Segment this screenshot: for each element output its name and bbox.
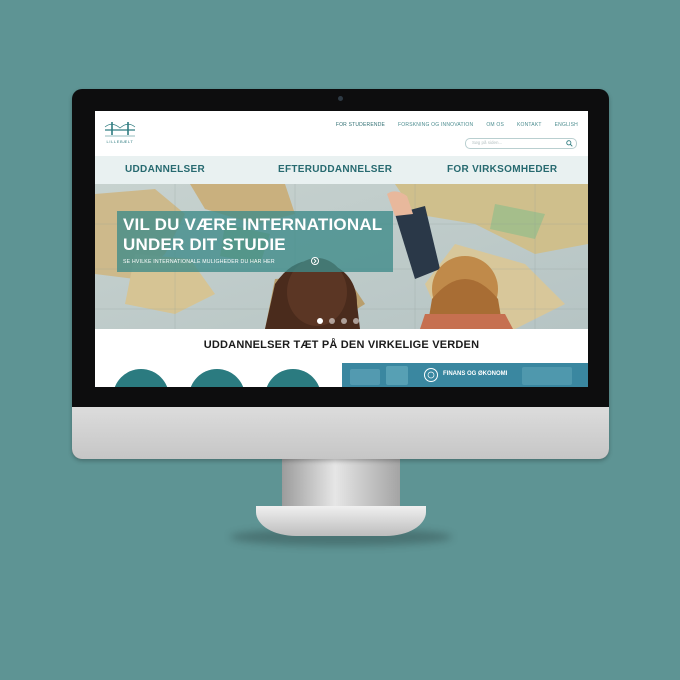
main-nav-efteruddannelser[interactable]: EFTERUDDANNELSER: [278, 164, 392, 175]
monitor: LILLEBÆLT FOR STUDERENDE FORSKNING OG IN…: [72, 89, 609, 459]
carousel-dot[interactable]: [329, 318, 335, 324]
main-nav-uddannelser[interactable]: UDDANNELSER: [125, 164, 205, 175]
camera-dot: [338, 96, 343, 101]
main-nav: UDDANNELSER EFTERUDDANNELSER FOR VIRKSOM…: [95, 156, 588, 184]
top-nav-om-os[interactable]: OM OS: [486, 122, 504, 128]
search-icon[interactable]: [566, 140, 573, 147]
carousel-dot[interactable]: [317, 318, 323, 324]
website-screen: LILLEBÆLT FOR STUDERENDE FORSKNING OG IN…: [95, 111, 588, 387]
top-nav-forskning[interactable]: FORSKNING OG INNOVATION: [398, 122, 473, 128]
carousel-dots: [317, 318, 359, 324]
hero-carousel[interactable]: VIL DU VÆRE INTERNATIONAL UNDER DIT STUD…: [95, 184, 588, 329]
top-nav: FOR STUDERENDE FORSKNING OG INNOVATION O…: [323, 122, 578, 128]
header: LILLEBÆLT FOR STUDERENDE FORSKNING OG IN…: [95, 111, 588, 156]
search-placeholder: Søg på siden...: [472, 140, 503, 145]
top-nav-kontakt[interactable]: KONTAKT: [517, 122, 542, 128]
logo-text: LILLEBÆLT: [106, 139, 134, 144]
monitor-stand-neck: [282, 459, 400, 509]
education-circle-link[interactable]: [189, 369, 245, 387]
education-circle-link[interactable]: [265, 369, 321, 387]
monitor-stand-base: [256, 506, 426, 536]
education-circle-link[interactable]: [113, 369, 169, 387]
carousel-dot[interactable]: [341, 318, 347, 324]
tile-label: FINANS OG ØKONOMI: [443, 371, 508, 377]
coin-icon: [424, 368, 438, 382]
hero-title: VIL DU VÆRE INTERNATIONAL UNDER DIT STUD…: [123, 215, 383, 254]
carousel-dot[interactable]: [353, 318, 359, 324]
bridge-logo-icon: [104, 122, 136, 137]
finans-tile[interactable]: FINANS OG ØKONOMI: [342, 363, 588, 387]
hero-overlay: VIL DU VÆRE INTERNATIONAL UNDER DIT STUD…: [117, 211, 393, 272]
top-nav-for-studerende[interactable]: FOR STUDERENDE: [336, 122, 385, 128]
logo[interactable]: LILLEBÆLT: [103, 119, 137, 147]
top-nav-english[interactable]: ENGLISH: [555, 122, 578, 128]
monitor-chin: [72, 407, 609, 459]
main-nav-for-virksomheder[interactable]: FOR VIRKSOMHEDER: [447, 164, 557, 175]
section-title: UDDANNELSER TÆT PÅ DEN VIRKELIGE VERDEN: [203, 339, 480, 351]
arrow-right-icon[interactable]: [311, 257, 319, 265]
search-input[interactable]: Søg på siden...: [465, 138, 577, 149]
hero-subtitle-link[interactable]: SE HVILKE INTERNATIONALE MULIGHEDER DU H…: [123, 259, 275, 265]
